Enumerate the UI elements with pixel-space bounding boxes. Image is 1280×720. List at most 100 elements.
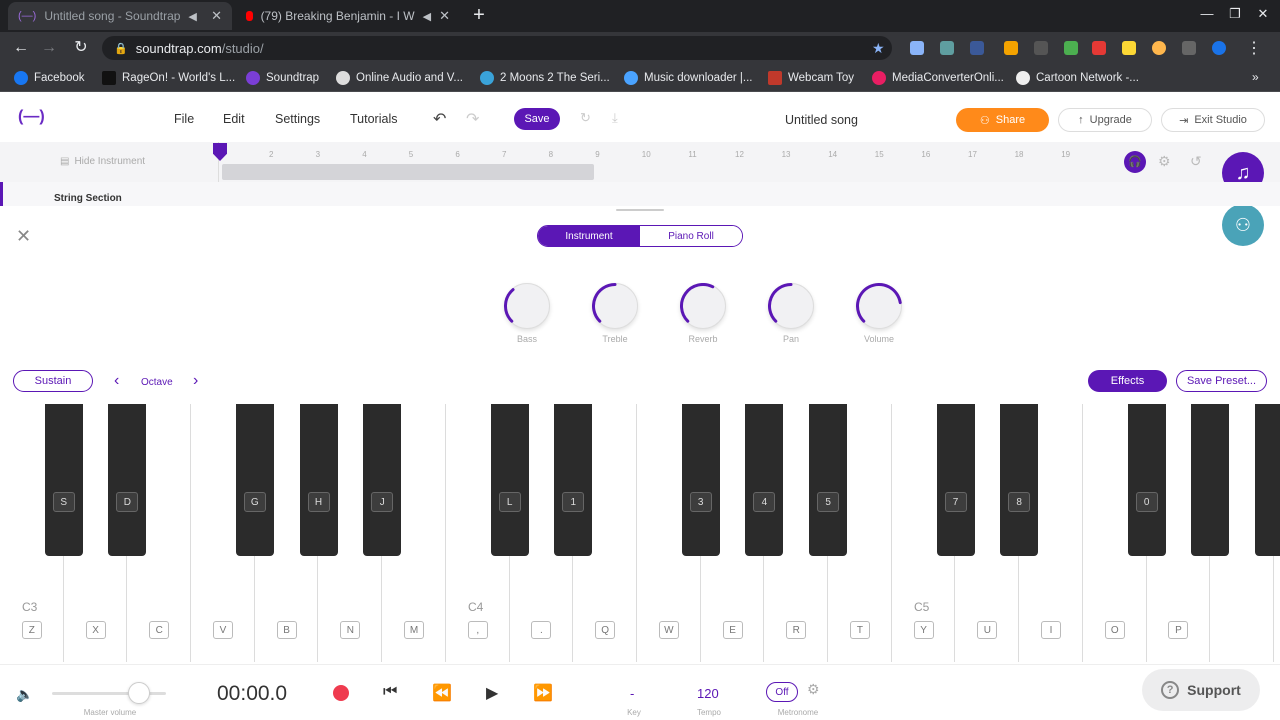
extension-icon[interactable] — [1064, 41, 1078, 55]
support-button[interactable]: ? Support — [1142, 669, 1260, 711]
window-close-icon[interactable]: ✕ — [1250, 6, 1276, 22]
more-menu-icon[interactable]: ⋮ — [1246, 38, 1262, 58]
bookmark-item[interactable]: Soundtrap — [246, 70, 319, 86]
knob-treble[interactable] — [592, 283, 638, 329]
bookmark-star-icon[interactable]: ★ — [872, 40, 885, 57]
soundtrap-logo[interactable]: (—) — [18, 108, 45, 126]
extension-icon[interactable] — [1034, 41, 1048, 55]
black-key[interactable] — [554, 404, 593, 556]
back-icon[interactable]: ← — [10, 38, 32, 58]
bookmark-item[interactable]: Music downloader |... — [624, 70, 752, 86]
profile-icon[interactable] — [1212, 41, 1226, 55]
song-title[interactable]: Untitled song — [785, 113, 858, 127]
extension-icon[interactable] — [1182, 41, 1196, 55]
minimize-icon[interactable]: — — [1194, 6, 1220, 21]
bookmark-item[interactable]: MediaConverterOnli... — [872, 70, 1004, 86]
upgrade-button[interactable]: ↑ Upgrade — [1058, 108, 1152, 132]
collaborators-icon[interactable]: ⚇ — [1222, 204, 1264, 246]
black-key-label: 0 — [1135, 492, 1158, 512]
record-button[interactable] — [333, 685, 349, 701]
metronome-settings-icon[interactable]: ⚙ — [807, 681, 820, 698]
knob-pan[interactable] — [768, 283, 814, 329]
master-volume-handle[interactable] — [128, 682, 150, 704]
black-key[interactable] — [108, 404, 147, 556]
black-key[interactable] — [44, 404, 83, 556]
panel-resize-handle[interactable] — [616, 209, 664, 211]
speaker-icon[interactable]: 🔈 — [16, 686, 33, 703]
knob-reverb[interactable] — [680, 283, 726, 329]
rewind-icon[interactable]: ⏪ — [432, 683, 452, 703]
reload-icon[interactable]: ↻ — [70, 38, 92, 58]
close-panel-icon[interactable]: ✕ — [16, 226, 31, 247]
menu-file[interactable]: File — [174, 112, 194, 126]
headphones-icon[interactable]: 🎧 — [1124, 151, 1146, 173]
track-name[interactable]: String Section — [54, 193, 122, 204]
new-tab-button[interactable]: + — [468, 4, 490, 26]
fast-forward-icon[interactable]: ⏩ — [533, 683, 553, 703]
hide-instrument-button[interactable]: ▤ Hide Instrument — [60, 156, 145, 167]
tempo-value[interactable]: 120 — [697, 686, 719, 701]
bookmark-item[interactable]: 2 Moons 2 The Seri... — [480, 70, 610, 86]
metronome-toggle[interactable]: Off — [766, 682, 798, 702]
exit-studio-button[interactable]: ⇥ Exit Studio — [1161, 108, 1265, 132]
extension-icon[interactable] — [910, 41, 924, 55]
black-key[interactable] — [1000, 404, 1039, 556]
black-key[interactable] — [363, 404, 402, 556]
effects-button[interactable]: Effects — [1088, 370, 1167, 392]
black-key[interactable] — [490, 404, 529, 556]
skip-to-start-icon[interactable]: ⏮ — [383, 683, 397, 701]
address-bar[interactable]: 🔒 soundtrap.com/studio/ — [102, 36, 892, 60]
forward-icon[interactable]: → — [38, 38, 60, 58]
key-value[interactable]: - — [630, 686, 634, 701]
close-icon[interactable]: ✕ — [439, 8, 450, 24]
save-preset-button[interactable]: Save Preset... — [1176, 370, 1267, 392]
ruler-tick: 3 — [315, 150, 321, 159]
share-button[interactable]: ⚇ Share — [956, 108, 1049, 132]
black-key[interactable] — [1191, 404, 1230, 556]
extension-icon[interactable] — [940, 41, 954, 55]
loop-region[interactable] — [222, 164, 594, 180]
extension-icon[interactable] — [1122, 41, 1136, 55]
knob-bass[interactable] — [504, 283, 550, 329]
white-key-label: C — [149, 621, 170, 639]
bookmark-item[interactable]: RageOn! - World's L... — [102, 70, 235, 86]
tab-soundtrap[interactable]: (—) Untitled song - Soundtrap ◀ ✕ — [8, 2, 232, 30]
bookmark-item[interactable]: Online Audio and V... — [336, 70, 463, 86]
menu-tutorials[interactable]: Tutorials — [350, 112, 397, 126]
octave-down-icon[interactable]: ‹ — [114, 372, 119, 390]
undo-icon[interactable]: ↶ — [433, 109, 446, 129]
tab-piano-roll[interactable]: Piano Roll — [640, 226, 742, 246]
bookmark-item[interactable]: Cartoon Network -... — [1016, 70, 1139, 86]
extension-icon[interactable] — [1004, 41, 1018, 55]
bookmarks-overflow-icon[interactable]: » — [1252, 70, 1259, 84]
black-key[interactable] — [809, 404, 848, 556]
extension-icon[interactable] — [1092, 41, 1106, 55]
sync-icon[interactable]: ↻ — [580, 110, 591, 126]
black-key[interactable] — [1127, 404, 1166, 556]
restore-icon[interactable]: ❐ — [1222, 6, 1248, 22]
menu-edit[interactable]: Edit — [223, 112, 245, 126]
sustain-button[interactable]: Sustain — [13, 370, 93, 392]
menu-settings[interactable]: Settings — [275, 112, 320, 126]
bookmark-item[interactable]: Facebook — [14, 70, 85, 86]
close-icon[interactable]: ✕ — [211, 8, 222, 24]
black-key[interactable] — [745, 404, 784, 556]
black-key[interactable] — [681, 404, 720, 556]
play-icon[interactable]: ▶ — [486, 683, 498, 703]
redo-icon[interactable]: ↷ — [466, 109, 479, 129]
black-key[interactable] — [299, 404, 338, 556]
black-key[interactable] — [1255, 404, 1280, 556]
extension-icon[interactable] — [970, 41, 984, 55]
save-button[interactable]: Save — [514, 108, 560, 130]
download-icon[interactable]: ⤓ — [612, 110, 618, 126]
knob-volume[interactable] — [856, 283, 902, 329]
extension-icon[interactable] — [1152, 41, 1166, 55]
gear-icon[interactable]: ⚙ — [1158, 153, 1171, 170]
octave-up-icon[interactable]: › — [193, 372, 198, 390]
black-key[interactable] — [235, 404, 274, 556]
black-key[interactable] — [936, 404, 975, 556]
loop-icon[interactable]: ↺ — [1190, 153, 1202, 170]
bookmark-item[interactable]: Webcam Toy — [768, 70, 854, 86]
tab-instrument[interactable]: Instrument — [538, 226, 640, 246]
tab-youtube[interactable]: (79) Breaking Benjamin - I W ◀ ✕ — [236, 2, 460, 30]
